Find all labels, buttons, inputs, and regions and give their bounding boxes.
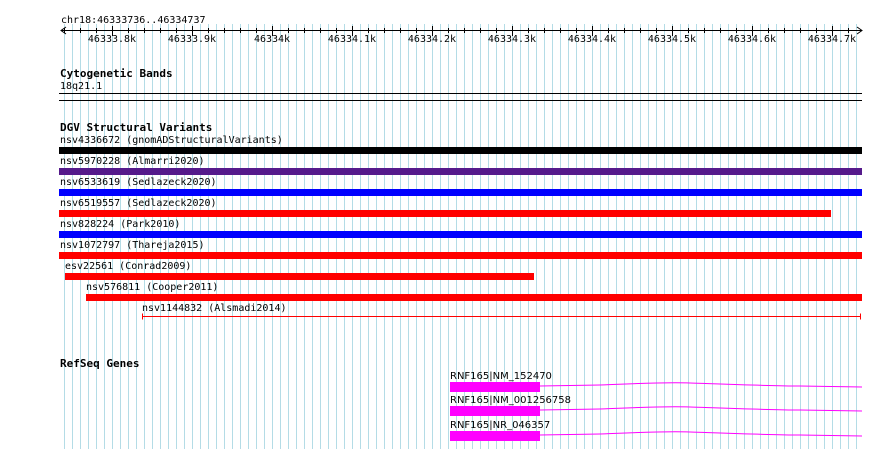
gene-intron-line: [539, 431, 863, 437]
variant-label[interactable]: nsv1144832 (Alsmadi2014): [142, 303, 287, 314]
variant-label[interactable]: nsv576811 (Cooper2011): [86, 282, 218, 293]
ruler-tick-label: 46333.9k: [167, 34, 217, 45]
variant-label[interactable]: nsv6533619 (Sedlazeck2020): [60, 177, 217, 188]
gene-exon[interactable]: [450, 406, 540, 416]
variant-bar[interactable]: [59, 168, 862, 175]
cytoband-label[interactable]: 18q21.1: [60, 81, 102, 92]
gene-label[interactable]: RNF165|NM_001256758: [450, 395, 571, 406]
variant-bar[interactable]: [59, 189, 862, 196]
ruler-tick-label: 46334.3k: [487, 34, 537, 45]
gene-exon[interactable]: [450, 382, 540, 392]
variant-bar[interactable]: [59, 231, 862, 238]
variant-bar[interactable]: [59, 147, 862, 154]
variant-label[interactable]: nsv4336672 (gnomADStructuralVariants): [60, 135, 283, 146]
ruler-tick-label: 46334.4k: [567, 34, 617, 45]
variant-label[interactable]: nsv1072797 (Thareja2015): [60, 240, 205, 251]
track-title-dgv-structural-variants[interactable]: DGV Structural Variants: [60, 122, 212, 134]
gene-label[interactable]: RNF165|NR_046357: [450, 420, 550, 431]
ruler-tick-label: 46334.6k: [727, 34, 777, 45]
track-title-cytogenetic-bands[interactable]: Cytogenetic Bands: [60, 68, 173, 80]
variant-bar[interactable]: [59, 210, 831, 217]
ruler-tick-label: 46334.7k: [807, 34, 857, 45]
gene-intron-line: [539, 406, 863, 412]
track-title-refseq-genes[interactable]: RefSeq Genes: [60, 358, 139, 370]
variant-bar[interactable]: [86, 294, 862, 301]
cytoband-line: [59, 93, 862, 94]
gene-label[interactable]: RNF165|NM_152470: [450, 371, 552, 382]
variant-label[interactable]: esv22561 (Conrad2009): [65, 261, 191, 272]
ruler-tick-label: 46334.2k: [407, 34, 457, 45]
ruler-tick-label: 46333.8k: [87, 34, 137, 45]
variant-label[interactable]: nsv828224 (Park2010): [60, 219, 180, 230]
gene-exon[interactable]: [450, 431, 540, 441]
variant-bar[interactable]: [59, 252, 862, 259]
ruler-tick-label: 46334k: [253, 34, 291, 45]
variant-label[interactable]: nsv6519557 (Sedlazeck2020): [60, 198, 217, 209]
variant-label[interactable]: nsv5970228 (Almarri2020): [60, 156, 205, 167]
ruler-tick-label: 46334.1k: [327, 34, 377, 45]
track-separator: [59, 100, 862, 101]
variant-bar[interactable]: [65, 273, 534, 280]
gene-intron-line: [539, 382, 863, 388]
ruler-tick-label: 46334.5k: [647, 34, 697, 45]
